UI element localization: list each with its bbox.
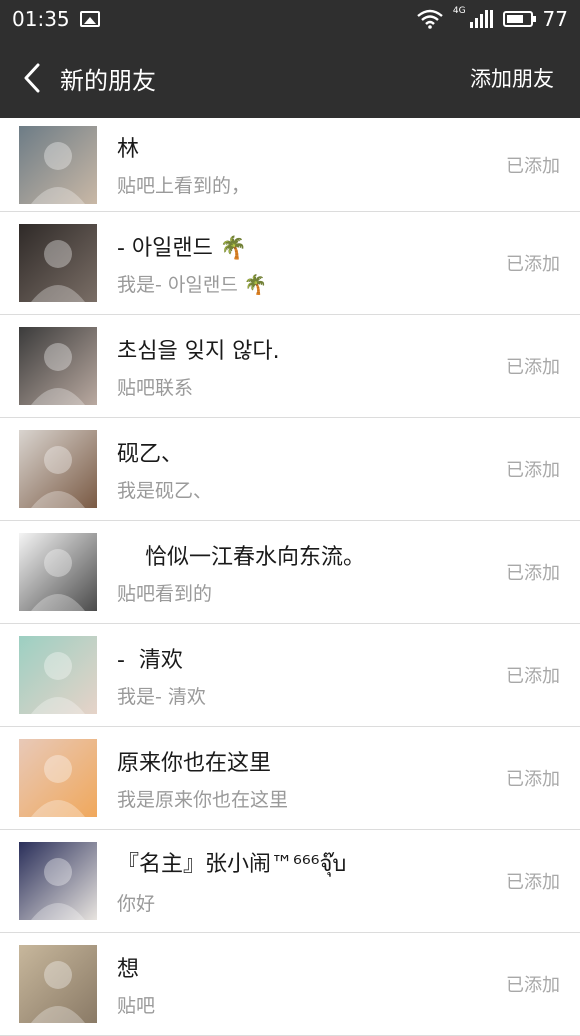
avatar[interactable] (19, 636, 97, 714)
friend-info: 恰似一江春水向东流。 贴吧看到的 (117, 539, 494, 606)
friend-name: 『名主』张小闹™⁶⁶⁶จุ๊บ (117, 852, 347, 877)
friend-row[interactable]: 『名主』张小闹™⁶⁶⁶จุ๊บ 你好 已添加 (0, 830, 580, 933)
added-status: 已添加 (506, 254, 560, 275)
friend-row[interactable]: 原来你也在这里 我是原来你也在这里 已添加 (0, 727, 580, 830)
friend-row[interactable]: 林贴吧上看到的， 已添加 (0, 118, 580, 212)
added-status: 已添加 (506, 357, 560, 378)
battery-icon (502, 11, 536, 27)
friend-row[interactable]: 想贴吧 已添加 (0, 933, 580, 1036)
friend-list: 林贴吧上看到的， 已添加 - 아일랜드 🌴 我是- 아일랜드 🌴 已添加 초심을 잊지 않… (0, 118, 580, 1036)
added-status: 已添加 (506, 975, 560, 996)
status-bar-right: 4G 77 (417, 7, 568, 31)
friend-name: 想 (117, 956, 140, 982)
nav-bar: 新的朋友 添加朋友 (0, 38, 580, 118)
battery-percent: 77 (542, 7, 568, 31)
friend-message: 我是砚乙、 (117, 479, 213, 502)
added-status: 已添加 (506, 563, 560, 584)
friend-message: 贴吧看到的 (117, 582, 213, 605)
friend-name: 초심을 잊지 않다. (117, 338, 280, 364)
page-title: 新的朋友 (60, 66, 156, 95)
friend-info: - 清欢我是- 清欢 (117, 642, 494, 709)
added-status: 已添加 (506, 155, 560, 177)
avatar[interactable] (19, 125, 97, 204)
added-status: 已添加 (506, 769, 560, 790)
status-bar: 01:35 4G 77 (0, 0, 580, 38)
friend-row[interactable]: 砚乙、 我是砚乙、 已添加 (0, 418, 580, 521)
added-status: 已添加 (506, 460, 560, 481)
friend-name: - 清欢 (117, 647, 183, 673)
friend-info: 想贴吧 (117, 951, 494, 1018)
add-friend-button[interactable]: 添加朋友 (470, 63, 554, 93)
friend-name: 林 (117, 137, 140, 162)
friend-row[interactable]: 恰似一江春水向东流。 贴吧看到的 已添加 (0, 521, 580, 624)
friend-message: 贴吧 (117, 994, 156, 1017)
friend-message: 贴吧联系 (117, 376, 194, 399)
friend-row[interactable]: - 아일랜드 🌴 我是- 아일랜드 🌴 已添加 (0, 212, 580, 315)
added-status: 已添加 (506, 666, 560, 687)
friend-message: 我是- 아일랜드 🌴 (117, 273, 268, 296)
friend-info: 林贴吧上看到的， (117, 131, 494, 198)
wifi-icon (417, 9, 443, 29)
avatar[interactable] (19, 533, 97, 611)
friend-row[interactable]: 초심을 잊지 않다. 贴吧联系 已添加 (0, 315, 580, 418)
back-button[interactable] (18, 58, 46, 98)
friend-message: 我是原来你也在这里 (117, 788, 289, 811)
avatar[interactable] (19, 842, 97, 920)
friend-info: 原来你也在这里 我是原来你也在这里 (117, 745, 494, 812)
signal-icon (469, 10, 493, 28)
friend-message: 我是- 清欢 (117, 685, 206, 708)
friend-name: 原来你也在这里 (117, 750, 272, 776)
avatar[interactable] (19, 739, 97, 817)
chevron-left-icon (24, 63, 40, 93)
friend-message: 你好 (117, 893, 156, 915)
friend-info: 초심을 잊지 않다. 贴吧联系 (117, 333, 494, 400)
friend-info: 砚乙、 我是砚乙、 (117, 436, 494, 503)
friend-name: 恰似一江春水向东流。 (117, 544, 365, 570)
avatar[interactable] (19, 327, 97, 405)
avatar[interactable] (19, 224, 97, 302)
friend-info: - 아일랜드 🌴 我是- 아일랜드 🌴 (117, 230, 494, 297)
friend-name: 砚乙、 (117, 441, 184, 467)
added-status: 已添加 (506, 872, 560, 893)
avatar[interactable] (19, 945, 97, 1023)
status-time: 01:35 (12, 7, 70, 31)
friend-info: 『名主』张小闹™⁶⁶⁶จุ๊บ 你好 (117, 846, 494, 916)
status-bar-left: 01:35 (12, 7, 100, 31)
network-type: 4G (452, 6, 466, 16)
friend-name: - 아일랜드 🌴 (117, 235, 248, 261)
friend-row[interactable]: - 清欢 我是- 清欢 已添加 (0, 624, 580, 727)
image-notification-icon (79, 11, 100, 27)
avatar[interactable] (19, 430, 97, 508)
friend-message: 贴吧上看到的， (117, 175, 251, 197)
